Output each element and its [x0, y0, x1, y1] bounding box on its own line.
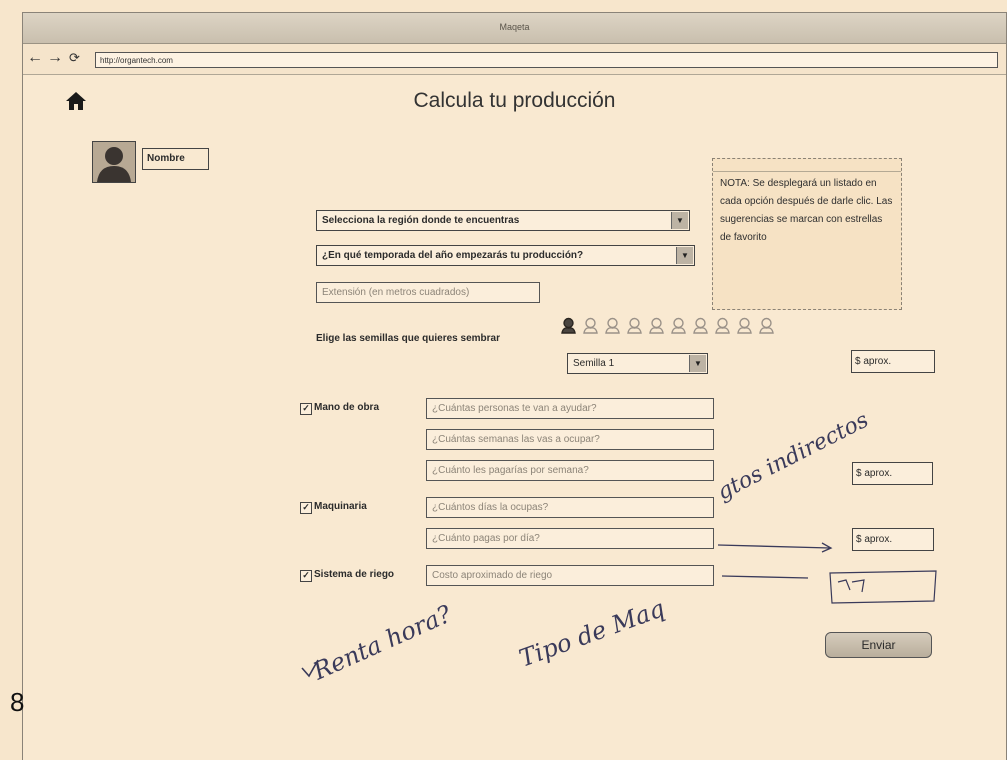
drawn-scribble: [837, 579, 865, 593]
arrow-line-irrigation: [721, 575, 809, 579]
drawn-aprox-box: [829, 570, 937, 604]
arrow-line-machinery: [717, 544, 831, 549]
handwriting-bottom-mid: Tipo de Maq: [515, 594, 668, 672]
handwriting-side: gtos indirectos: [713, 408, 872, 506]
handwritten-annotations: gtos indirectos Renta hora? Tipo de Maq: [301, 408, 937, 686]
handwriting-bottom-left: Renta hora?: [308, 600, 456, 686]
